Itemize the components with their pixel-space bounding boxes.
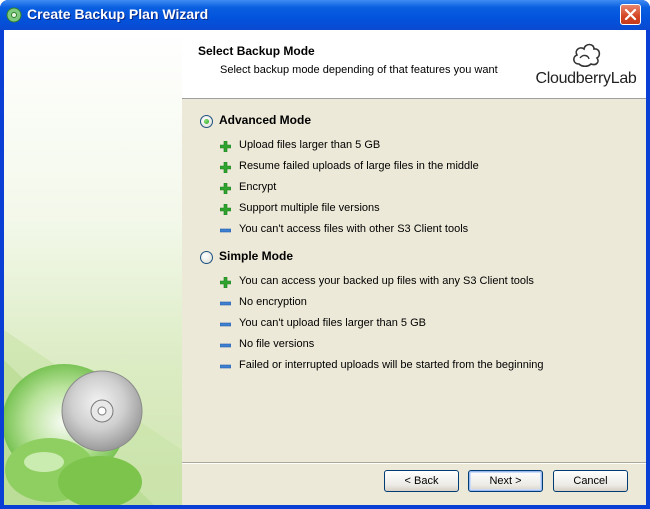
minus-icon [220,364,231,369]
plus-icon [220,204,231,215]
feature-item: You can access your backed up files with… [220,274,640,290]
page-title: Select Backup Mode [198,44,315,58]
feature-text: You can access your backed up files with… [239,275,534,287]
mode-option-simple[interactable]: Simple Mode [200,248,500,266]
cloudberry-logo: CloudberryLab [534,36,638,94]
title-bar[interactable]: Create Backup Plan Wizard [0,0,650,30]
next-button[interactable]: Next > [468,470,543,492]
wizard-sidebar-art [4,30,182,505]
feature-item: You can't access files with other S3 Cli… [220,222,640,238]
backup-mode-options: Advanced Mode Upload files larger than 5 … [182,99,646,467]
feature-item: Support multiple file versions [220,201,640,217]
feature-text: Upload files larger than 5 GB [239,139,381,151]
feature-text: No encryption [239,296,307,308]
page-subtitle: Select backup mode depending of that fea… [220,64,498,76]
footer-divider [182,462,646,464]
feature-text: No file versions [239,338,315,350]
feature-item: No encryption [220,295,640,311]
feature-item: No file versions [220,337,640,353]
cloud-icon [573,43,601,68]
back-button[interactable]: < Back [384,470,459,492]
minus-icon [220,301,231,306]
backup-app-icon [6,7,22,23]
mode-option-advanced[interactable]: Advanced Mode [200,112,500,130]
feature-item: Resume failed uploads of large files in … [220,159,640,175]
mode-radio[interactable] [200,251,213,264]
feature-text: Failed or interrupted uploads will be st… [239,359,544,371]
plus-icon [220,141,231,152]
cancel-button[interactable]: Cancel [553,470,628,492]
logo-text: CloudberryLab [535,70,637,87]
minus-icon [220,228,231,233]
feature-item: Failed or interrupted uploads will be st… [220,358,640,374]
feature-text: Support multiple file versions [239,202,380,214]
feature-text: You can't access files with other S3 Cli… [239,223,469,235]
minus-icon [220,322,231,327]
mode-label: Advanced Mode [219,113,312,127]
feature-item: You can't upload files larger than 5 GB [220,316,640,332]
radio-selected-dot [204,119,209,124]
disc-illustration [4,330,182,505]
feature-text: You can't upload files larger than 5 GB [239,317,426,329]
wizard-body: Select Backup Mode Select backup mode de… [4,30,646,505]
mode-radio[interactable] [200,115,213,128]
feature-text: Resume failed uploads of large files in … [239,160,479,172]
plus-icon [220,183,231,194]
feature-item: Encrypt [220,180,640,196]
close-button[interactable] [620,4,641,25]
window-title: Create Backup Plan Wizard [27,6,209,22]
plus-icon [220,162,231,173]
feature-text: Encrypt [239,181,277,193]
mode-label: Simple Mode [219,249,294,263]
feature-item: Upload files larger than 5 GB [220,138,640,154]
wizard-window: Create Backup Plan Wizard Select Backup … [0,0,650,509]
wizard-header: Select Backup Mode Select backup mode de… [182,30,646,99]
plus-icon [220,277,231,288]
minus-icon [220,343,231,348]
close-icon [624,8,637,21]
